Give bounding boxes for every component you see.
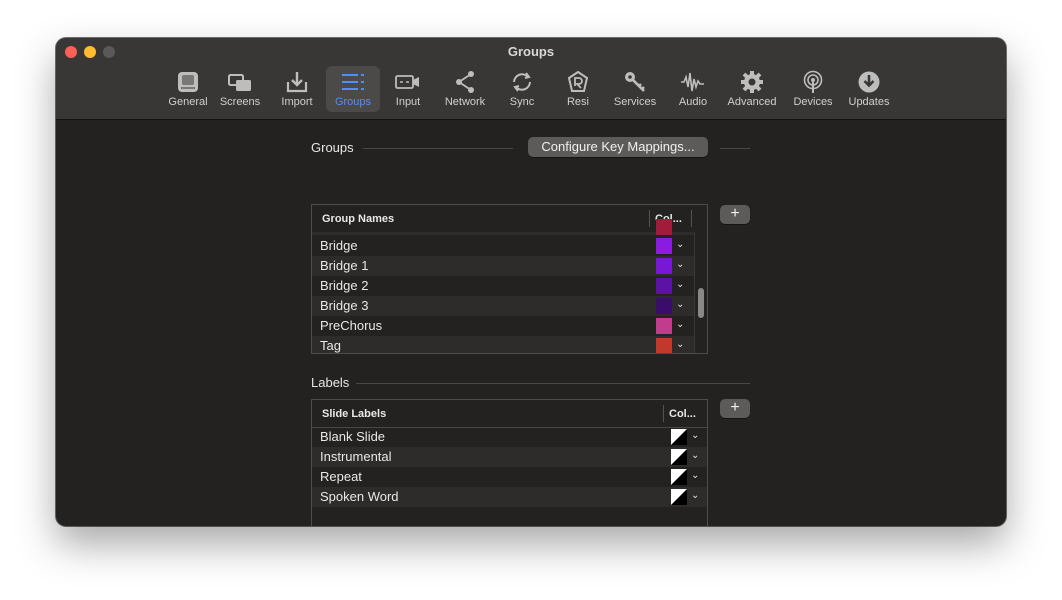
- chevron-down-icon[interactable]: ⌄: [676, 339, 684, 350]
- column-divider: [663, 405, 664, 422]
- chevron-down-icon[interactable]: ⌄: [676, 259, 684, 270]
- general-icon: [175, 70, 201, 94]
- color-swatch[interactable]: [656, 238, 672, 254]
- label-color-column-header[interactable]: Col...: [669, 408, 696, 420]
- tab-sync[interactable]: Sync: [494, 66, 550, 112]
- devices-icon: [800, 70, 826, 94]
- slide-labels-column-header[interactable]: Slide Labels: [322, 408, 386, 420]
- table-row[interactable]: Bridge 2 ⌄: [312, 276, 694, 296]
- tab-input[interactable]: Input: [380, 66, 436, 112]
- groups-separator-right: [720, 148, 750, 149]
- table-row-partial: [312, 219, 694, 235]
- column-divider: [649, 210, 650, 227]
- tab-devices[interactable]: Devices: [782, 66, 844, 112]
- groups-separator-left: [363, 148, 513, 149]
- services-icon: [622, 70, 648, 94]
- group-names-header: Group Names Col...: [312, 205, 707, 233]
- group-names-scrollbar[interactable]: [694, 232, 707, 353]
- groups-icon: [340, 70, 366, 94]
- tab-services[interactable]: Services: [606, 66, 664, 112]
- chevron-down-icon[interactable]: ⌄: [676, 279, 684, 290]
- scrollbar-thumb[interactable]: [698, 288, 704, 318]
- tab-advanced[interactable]: Advanced: [722, 66, 782, 112]
- no-color-swatch-icon[interactable]: [671, 429, 687, 445]
- table-row[interactable]: Bridge ⌄: [312, 236, 694, 256]
- tab-network[interactable]: Network: [436, 66, 494, 112]
- tab-general[interactable]: General: [164, 66, 212, 112]
- empty-row: [312, 507, 707, 526]
- color-swatch[interactable]: [656, 338, 672, 353]
- configure-key-mappings-button[interactable]: Configure Key Mappings...: [528, 137, 708, 157]
- chevron-down-icon[interactable]: ⌄: [691, 470, 699, 481]
- color-swatch[interactable]: [656, 318, 672, 334]
- add-group-button[interactable]: +: [720, 205, 750, 224]
- advanced-icon: [739, 70, 765, 94]
- no-color-swatch-icon[interactable]: [671, 449, 687, 465]
- tab-screens[interactable]: Screens: [212, 66, 268, 112]
- column-divider: [691, 210, 692, 227]
- preferences-content: Groups Configure Key Mappings... Group N…: [56, 120, 1006, 526]
- chevron-down-icon[interactable]: ⌄: [676, 299, 684, 310]
- table-row[interactable]: Bridge 1 ⌄: [312, 256, 694, 276]
- labels-separator: [356, 383, 750, 384]
- chevron-down-icon[interactable]: ⌄: [691, 450, 699, 461]
- screens-icon: [227, 70, 253, 94]
- resi-icon: [565, 70, 591, 94]
- title-bar: Groups General Screens Import Groups Inp…: [56, 38, 1006, 120]
- sync-icon: [509, 70, 535, 94]
- audio-icon: [680, 70, 706, 94]
- table-row[interactable]: Repeat ⌄: [312, 467, 707, 487]
- table-row[interactable]: Spoken Word ⌄: [312, 487, 707, 507]
- table-row[interactable]: Bridge 3 ⌄: [312, 296, 694, 316]
- chevron-down-icon[interactable]: ⌄: [676, 239, 684, 250]
- window-title: Groups: [507, 44, 555, 59]
- tab-resi[interactable]: Resi: [550, 66, 606, 112]
- tab-groups[interactable]: Groups: [326, 66, 380, 112]
- tab-audio[interactable]: Audio: [664, 66, 722, 112]
- tab-updates[interactable]: Updates: [844, 66, 894, 112]
- slide-labels-table: Slide Labels Col... Blank Slide ⌄ Instru…: [311, 399, 708, 526]
- chevron-down-icon[interactable]: ⌄: [676, 319, 684, 330]
- tab-import[interactable]: Import: [268, 66, 326, 112]
- chevron-down-icon[interactable]: ⌄: [691, 430, 699, 441]
- preferences-window: Groups General Screens Import Groups Inp…: [56, 38, 1006, 526]
- groups-section-title: Groups: [311, 140, 354, 155]
- input-icon: [395, 70, 421, 94]
- table-row[interactable]: Tag ⌄: [312, 336, 694, 353]
- add-label-button[interactable]: +: [720, 399, 750, 418]
- table-row[interactable]: Instrumental ⌄: [312, 447, 707, 467]
- group-names-table: Group Names Col... Bridge ⌄ Bridge 1 ⌄ B…: [311, 204, 708, 354]
- no-color-swatch-icon[interactable]: [671, 469, 687, 485]
- updates-icon: [856, 70, 882, 94]
- table-row[interactable]: PreChorus ⌄: [312, 316, 694, 336]
- chevron-down-icon[interactable]: ⌄: [691, 490, 699, 501]
- no-color-swatch-icon[interactable]: [671, 489, 687, 505]
- network-icon: [452, 70, 478, 94]
- group-names-column-header[interactable]: Group Names: [322, 213, 394, 225]
- color-swatch[interactable]: [656, 258, 672, 274]
- slide-labels-header: Slide Labels Col...: [312, 400, 707, 428]
- preferences-toolbar: General Screens Import Groups Input Netw…: [164, 66, 894, 112]
- labels-section-title: Labels: [311, 375, 350, 390]
- color-swatch: [656, 219, 672, 235]
- color-swatch[interactable]: [656, 278, 672, 294]
- table-row[interactable]: Blank Slide ⌄: [312, 427, 707, 447]
- color-swatch[interactable]: [656, 298, 672, 314]
- import-icon: [284, 70, 310, 94]
